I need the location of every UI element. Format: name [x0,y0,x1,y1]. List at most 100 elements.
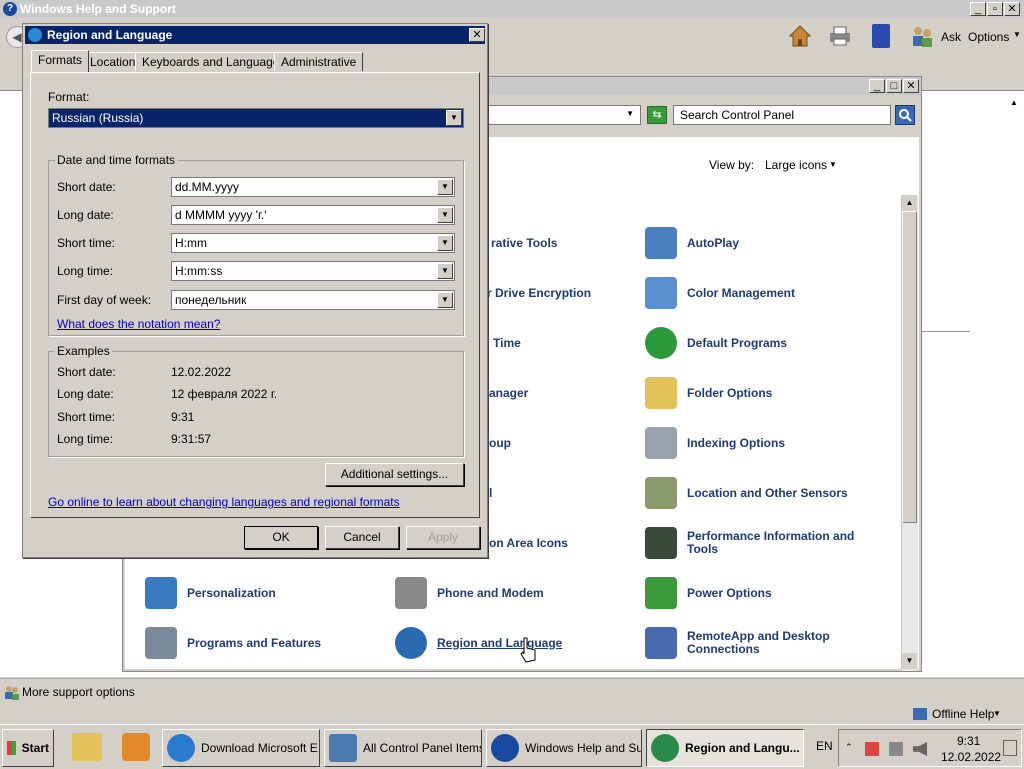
long-date-combo[interactable]: d MMMM yyyy 'г.' ▼ [171,205,455,225]
example-label: Long time: [57,432,114,446]
support-icon[interactable] [4,684,20,700]
options-label[interactable]: Options [968,30,1009,44]
chevron-down-icon[interactable]: ▼ [437,235,453,251]
cp-item-location-sensors[interactable]: Location and Other Sensors [645,477,885,509]
search-icon[interactable] [895,105,915,125]
close-button[interactable]: ✕ [1004,2,1020,16]
cp-item-programs-features[interactable]: Programs and Features [145,627,365,659]
view-by-dropdown[interactable]: Large icons [765,158,827,172]
short-date-combo[interactable]: dd.MM.yyyy ▼ [171,177,455,197]
cp-item-partial[interactable]: rative Tools [491,237,557,250]
cp-item-partial[interactable]: Time [493,337,521,350]
chevron-down-icon[interactable]: ▼ [437,263,453,279]
group-caption: Date and time formats [55,153,178,167]
address-field[interactable]: ▼ [483,105,641,125]
minimize-button[interactable]: _ [869,79,885,93]
control-panel-icon [329,734,357,762]
help-statusbar: More support options Offline Help ▼ [0,678,1024,725]
apply-button[interactable]: Apply [406,526,480,549]
cp-item-autoplay[interactable]: AutoPlay [645,227,885,259]
cp-item-partial[interactable]: r Drive Encryption [487,287,591,300]
chevron-down-icon[interactable]: ▼ [993,709,1001,718]
notation-link[interactable]: What does the notation mean? [57,317,220,331]
first-day-combo[interactable]: понедельник ▼ [171,290,455,310]
chevron-up-icon[interactable]: ⌃ [845,742,853,753]
ok-button[interactable]: OK [244,526,318,549]
chevron-down-icon[interactable]: ▼ [446,110,462,126]
autoplay-icon [645,227,677,259]
example-label: Short date: [57,365,116,379]
language-indicator[interactable]: EN [816,739,833,753]
home-icon[interactable] [788,24,812,48]
chevron-down-icon[interactable]: ▼ [437,207,453,223]
cp-item-indexing-options[interactable]: Indexing Options [645,427,885,459]
task-help-support[interactable]: Windows Help and Su... [486,729,642,767]
long-time-combo[interactable]: H:mm:ss ▼ [171,261,455,281]
explorer-quicklaunch-icon[interactable] [72,733,102,761]
format-label: Format: [48,90,90,104]
date-time-formats-group: Date and time formats Short date: dd.MM.… [48,153,464,336]
maximize-button[interactable]: □ [886,79,902,93]
task-download-microsoft[interactable]: Download Microsoft E... [162,729,320,767]
cancel-button[interactable]: Cancel [325,526,399,549]
start-button[interactable]: Start [2,729,54,767]
performance-icon [645,527,677,559]
cp-item-partial[interactable]: on Area Icons [489,537,568,550]
tab-location[interactable]: Location [83,52,143,71]
cp-item-performance[interactable]: Performance Information and Tools [645,527,885,559]
chevron-down-icon[interactable]: ▼ [829,160,837,169]
cp-item-partial[interactable]: l [489,487,492,500]
search-input[interactable]: Search Control Panel [673,105,891,125]
offline-help-button[interactable]: Offline Help [932,707,994,721]
task-region-language[interactable]: Region and Langu... [646,729,804,767]
help-app-icon: ? [3,2,17,16]
close-button[interactable]: ✕ [469,28,485,42]
cp-item-partial[interactable]: oup [489,437,511,450]
more-support-link[interactable]: More support options [22,685,135,699]
cp-item-region-language[interactable]: Region and Language [395,627,615,659]
volume-icon[interactable] [913,742,927,756]
show-desktop-icon[interactable] [1003,740,1017,756]
cp-item-color-management[interactable]: Color Management [645,277,885,309]
cp-item-power-options[interactable]: Power Options [645,577,885,609]
cp-item-personalization[interactable]: Personalization [145,577,365,609]
format-dropdown[interactable]: Russian (Russia) ▼ [48,108,464,128]
cp-item-partial[interactable]: anager [489,387,528,400]
group-caption: Examples [55,344,112,358]
browse-help-icon[interactable] [872,24,890,48]
scroll-down-arrow[interactable]: ▼ [902,653,917,669]
online-link[interactable]: Go online to learn about changing langua… [48,495,400,509]
clock-time[interactable]: 9:31 [957,734,980,748]
chevron-down-icon[interactable]: ▼ [626,109,634,118]
cp-item-remoteapp[interactable]: RemoteApp and Desktop Connections [645,627,885,659]
additional-settings-button[interactable]: Additional settings... [325,463,464,486]
chevron-down-icon[interactable]: ▼ [437,292,453,308]
ask-label[interactable]: Ask [941,30,961,44]
scrollbar[interactable]: ▲ ▼ [901,195,918,671]
tab-formats[interactable]: Formats [31,50,90,72]
scroll-thumb[interactable] [902,211,917,523]
cp-item-default-programs[interactable]: Default Programs [645,327,885,359]
restore-button[interactable]: ▫ [987,2,1003,16]
help-scrollbar-up[interactable]: ▲ [1006,95,1022,111]
tab-administrative[interactable]: Administrative [274,52,364,71]
minimize-button[interactable]: _ [970,2,986,16]
action-center-icon[interactable] [865,742,879,756]
close-button[interactable]: ✕ [903,79,919,93]
chevron-down-icon[interactable]: ▼ [437,179,453,195]
tab-keyboards-languages[interactable]: Keyboards and Languages [135,52,293,71]
task-control-panel[interactable]: All Control Panel Items [324,729,482,767]
network-icon[interactable] [889,742,903,756]
example-value: 12 февраля 2022 г. [171,387,278,401]
phone-modem-icon [395,577,427,609]
clock-date[interactable]: 12.02.2022 [941,750,1001,764]
refresh-icon[interactable]: ⇆ [647,106,667,124]
media-player-quicklaunch-icon[interactable] [122,733,150,761]
ask-icon[interactable] [910,24,934,48]
print-icon[interactable] [828,26,852,46]
cp-item-phone-modem[interactable]: Phone and Modem [395,577,615,609]
scroll-up-arrow[interactable]: ▲ [902,195,917,211]
cp-item-folder-options[interactable]: Folder Options [645,377,885,409]
chevron-down-icon[interactable]: ▼ [1013,30,1021,39]
short-time-combo[interactable]: H:mm ▼ [171,233,455,253]
